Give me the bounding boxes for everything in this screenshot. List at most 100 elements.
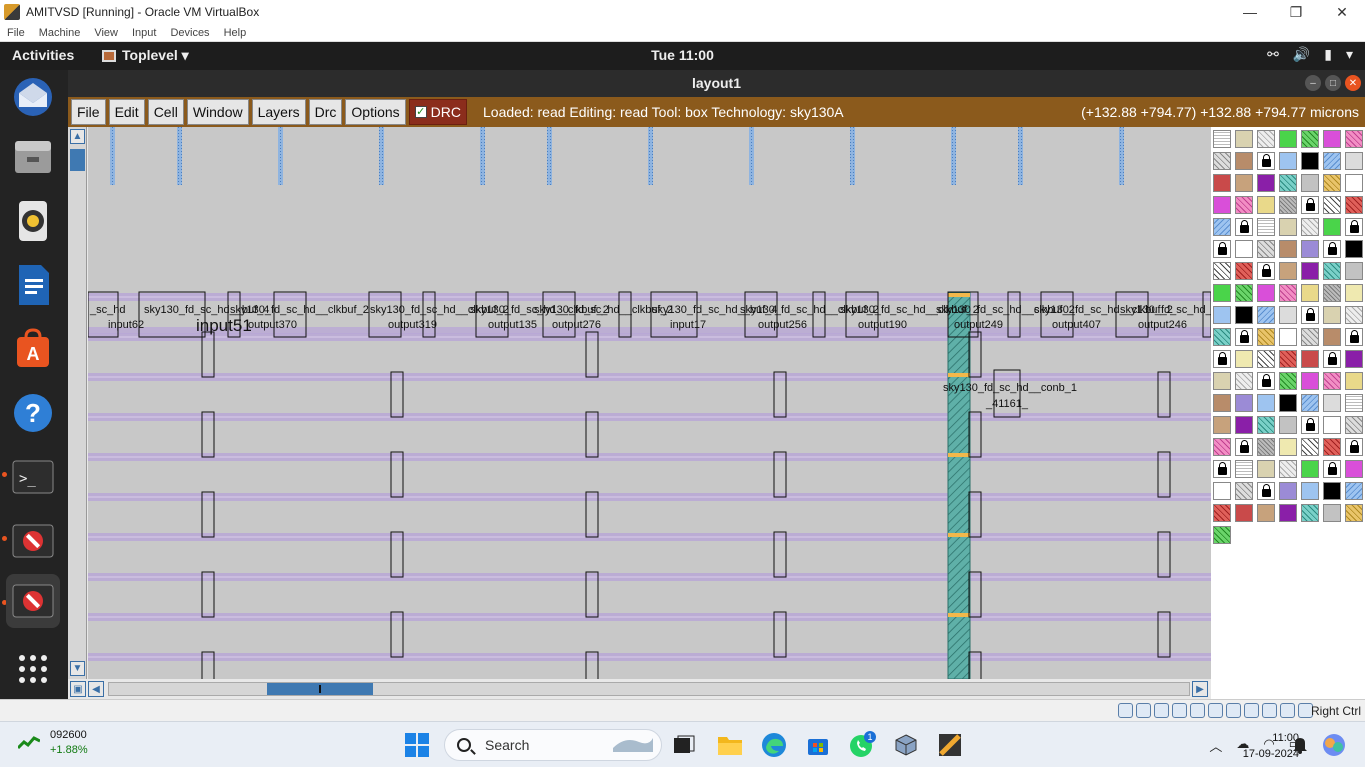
magic-menu-cell[interactable]: Cell [147,99,184,125]
layer-swatch[interactable] [1235,240,1253,258]
maximize-button[interactable]: □ [1325,75,1341,91]
topbar-clock[interactable]: Tue 11:00 [0,47,1365,63]
virtualbox-vm-icon[interactable] [936,731,964,759]
arrow-right-icon[interactable]: ▶ [1192,681,1208,697]
layer-swatch[interactable] [1345,350,1363,368]
layer-swatch[interactable] [1345,306,1363,324]
whatsapp-icon[interactable]: 1 [848,731,876,759]
layer-swatch[interactable] [1235,284,1253,302]
layer-swatch[interactable] [1235,306,1253,324]
stock-widget[interactable]: 092600 +1.88% [18,728,88,758]
system-tray[interactable]: ⚯ 🔊 ▮ ▾ [1267,46,1353,63]
layer-swatch[interactable] [1257,350,1275,368]
display-icon[interactable] [1226,703,1241,718]
layer-swatch[interactable] [1257,306,1275,324]
layer-swatch[interactable] [1213,526,1231,544]
layer-swatch[interactable] [1301,482,1319,500]
layer-swatch[interactable] [1213,284,1231,302]
layer-swatch[interactable] [1279,372,1297,390]
layer-swatch[interactable] [1301,174,1319,192]
layer-swatch[interactable] [1279,240,1297,258]
layer-swatch[interactable] [1279,416,1297,434]
menu-help[interactable]: Help [217,27,254,39]
layer-swatch[interactable] [1345,130,1363,148]
layer-swatch[interactable] [1213,152,1231,170]
arrow-up-icon[interactable]: ▲ [70,129,85,144]
layer-swatch[interactable] [1257,196,1275,214]
magic-menu-options[interactable]: Options [345,99,406,125]
layer-swatch[interactable] [1235,394,1253,412]
locked-layer-icon[interactable] [1213,460,1231,478]
virtualbox-cube-icon[interactable] [892,731,920,759]
hdd-icon[interactable] [1118,703,1133,718]
copilot-icon[interactable] [1320,731,1348,759]
layer-swatch[interactable] [1279,350,1297,368]
layer-swatch[interactable] [1213,196,1231,214]
layer-swatch[interactable] [1345,394,1363,412]
layer-swatch[interactable] [1235,482,1253,500]
device-indicators[interactable] [1118,703,1313,718]
locked-layer-icon[interactable] [1213,240,1231,258]
layer-swatch[interactable] [1301,504,1319,522]
layer-swatch[interactable] [1235,174,1253,192]
layer-swatch[interactable] [1345,240,1363,258]
close-button[interactable]: ✕ [1345,75,1361,91]
menu-view[interactable]: View [87,27,125,39]
layer-swatch[interactable] [1323,196,1341,214]
layer-swatch[interactable] [1213,416,1231,434]
app-menu[interactable]: Toplevel ▾ [102,47,189,64]
locked-layer-icon[interactable] [1345,328,1363,346]
layer-swatch[interactable] [1323,174,1341,192]
layer-swatch[interactable] [1279,460,1297,478]
locked-layer-icon[interactable] [1301,416,1319,434]
layer-swatch[interactable] [1323,218,1341,236]
layer-swatch[interactable] [1235,152,1253,170]
layer-swatch[interactable] [1323,394,1341,412]
layer-swatch[interactable] [1213,328,1231,346]
menu-input[interactable]: Input [125,27,163,39]
locked-layer-icon[interactable] [1301,306,1319,324]
blocked-app-icon[interactable] [6,514,60,568]
writer-icon[interactable] [6,258,60,312]
layer-palette[interactable] [1211,127,1365,699]
layer-swatch[interactable] [1323,328,1341,346]
layer-swatch[interactable] [1345,482,1363,500]
layer-swatch[interactable] [1235,416,1253,434]
layer-swatch[interactable] [1345,460,1363,478]
layer-swatch[interactable] [1235,372,1253,390]
notification-bell-icon[interactable] [1286,731,1314,759]
layer-swatch[interactable] [1213,218,1231,236]
locked-layer-icon[interactable] [1213,350,1231,368]
layer-swatch[interactable] [1279,306,1297,324]
layer-swatch[interactable] [1301,350,1319,368]
layer-swatch[interactable] [1301,240,1319,258]
drc-toggle[interactable]: ✓ DRC [408,99,468,125]
vertical-scrollbar[interactable]: ▲ ▼ [68,127,87,679]
layer-swatch[interactable] [1323,416,1341,434]
layer-swatch[interactable] [1257,328,1275,346]
rhythmbox-icon[interactable] [6,194,60,248]
layer-swatch[interactable] [1323,152,1341,170]
layer-swatch[interactable] [1279,262,1297,280]
locked-layer-icon[interactable] [1345,438,1363,456]
layer-swatch[interactable] [1301,460,1319,478]
layer-swatch[interactable] [1235,460,1253,478]
layer-swatch[interactable] [1323,306,1341,324]
activities-button[interactable]: Activities [12,47,74,63]
layer-swatch[interactable] [1213,306,1231,324]
magic-menu-layers[interactable]: Layers [251,99,306,125]
layer-swatch[interactable] [1257,438,1275,456]
layer-swatch[interactable] [1279,504,1297,522]
layer-swatch[interactable] [1323,262,1341,280]
layer-swatch[interactable] [1257,416,1275,434]
thunderbird-icon[interactable] [6,70,60,124]
network-icon[interactable] [1172,703,1187,718]
layout-view[interactable]: _sc_hdinput62sky130_fd_sc_hd__buf_4input… [88,127,1211,679]
close-button[interactable]: ✕ [1319,0,1365,24]
audio-icon[interactable] [1154,703,1169,718]
locked-layer-icon[interactable] [1235,328,1253,346]
layer-swatch[interactable] [1345,152,1363,170]
magic-menu-window[interactable]: Window [186,99,249,125]
task-view-icon[interactable] [670,731,698,759]
arrow-left-icon[interactable]: ◀ [88,681,104,697]
